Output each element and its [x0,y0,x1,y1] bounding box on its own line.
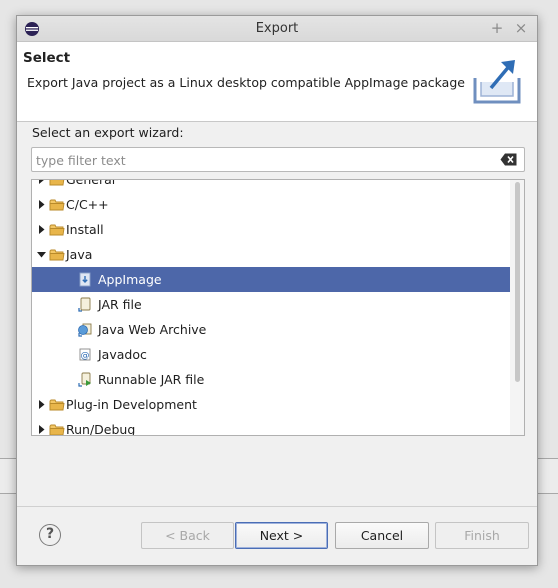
collapsed-arrow-icon[interactable] [37,425,46,434]
scrollbar-thumb[interactable] [515,182,520,382]
next-button[interactable]: Next > [235,522,328,549]
maximize-button[interactable]: + [488,19,506,37]
tree-item-appimage[interactable]: AppImage [32,267,524,292]
back-button[interactable]: < Back [141,522,234,549]
tree-item-java-web-archive[interactable]: Java Web Archive [32,317,524,342]
tree-item-label: General [66,179,116,187]
folder-icon [49,224,65,236]
expanded-arrow-icon[interactable] [37,250,46,259]
tree-item-label: Java [66,247,93,262]
tree-item-plug-in-development[interactable]: Plug-in Development [32,392,524,417]
folder-icon [49,399,65,411]
javadoc-icon: @ [79,348,91,361]
web-archive-icon [78,323,92,337]
wizard-tree[interactable]: General C/C++ Install Java AppImage JAR file J… [31,179,525,436]
tree-content: General C/C++ Install Java AppImage JAR file J… [32,179,524,436]
collapsed-arrow-icon[interactable] [37,200,46,209]
tree-item-runnable-jar-file[interactable]: Runnable JAR file [32,367,524,392]
tree-item-label: Java Web Archive [98,322,207,337]
tree-item-c-c-[interactable]: C/C++ [32,192,524,217]
tree-item-label: Javadoc [98,347,147,362]
export-dialog: Export + × Select Export Java project as… [16,15,538,566]
finish-button[interactable]: Finish [435,522,529,549]
tree-scrollbar[interactable] [510,180,524,435]
tree-item-label: Run/Debug [66,422,136,436]
page-title: Select [23,50,71,66]
wizard-header: Select Export Java project as a Linux de… [17,42,537,122]
collapsed-arrow-icon[interactable] [37,179,46,184]
tree-item-label: JAR file [98,297,142,312]
tree-item-jar-file[interactable]: JAR file [32,292,524,317]
footer-separator [17,506,537,507]
tree-item-install[interactable]: Install [32,217,524,242]
tree-item-java[interactable]: Java [32,242,524,267]
collapsed-arrow-icon[interactable] [37,225,46,234]
tree-item-run-debug[interactable]: Run/Debug [32,417,524,436]
folder-icon [49,199,65,211]
export-wizard-icon [473,60,521,104]
tree-item-label: C/C++ [66,197,109,212]
window-title: Export [255,21,299,36]
clear-filter-icon[interactable] [500,153,517,166]
title-bar: Export + × [17,16,537,42]
page-description: Export Java project as a Linux desktop c… [27,75,465,90]
wizard-list-label: Select an export wizard: [32,125,184,140]
tree-item-javadoc[interactable]: @ Javadoc [32,342,524,367]
folder-icon [49,249,65,261]
folder-icon [49,424,65,435]
tree-item-general[interactable]: General [32,179,524,192]
close-button[interactable]: × [512,19,530,37]
filter-field[interactable] [31,147,525,172]
filter-input[interactable] [36,151,486,169]
tree-item-label: AppImage [98,272,162,287]
folder-icon [49,180,65,186]
jar-file-icon [78,297,91,312]
help-icon[interactable]: ? [39,524,61,546]
tree-item-label: Plug-in Development [66,397,197,412]
svg-text:@: @ [81,351,90,361]
collapsed-arrow-icon[interactable] [37,400,46,409]
runnable-jar-icon [78,372,91,387]
appimage-icon [79,272,91,287]
cancel-button[interactable]: Cancel [335,522,429,549]
tree-item-label: Install [66,222,104,237]
tree-item-label: Runnable JAR file [98,372,205,387]
